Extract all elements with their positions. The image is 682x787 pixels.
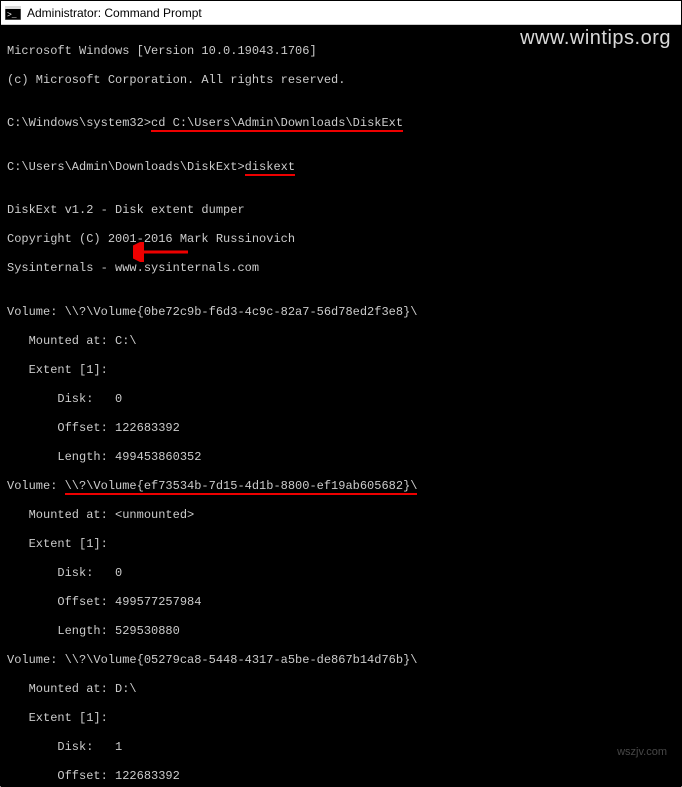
output-line: Length: 499453860352 bbox=[7, 450, 675, 465]
output-line: Mounted at: C:\ bbox=[7, 334, 675, 349]
command-diskext: diskext bbox=[245, 160, 295, 176]
output-line: Mounted at: D:\ bbox=[7, 682, 675, 697]
terminal-output[interactable]: Microsoft Windows [Version 10.0.19043.17… bbox=[1, 25, 681, 787]
volume-prefix: Volume: bbox=[7, 479, 65, 493]
command-cd: cd C:\Users\Admin\Downloads\DiskExt bbox=[151, 116, 403, 132]
volume-header: Volume: \\?\Volume{0be72c9b-f6d3-4c9c-82… bbox=[7, 305, 675, 320]
output-line: Length: 529530880 bbox=[7, 624, 675, 639]
output-line: Microsoft Windows [Version 10.0.19043.17… bbox=[7, 44, 675, 59]
cmd-icon: >_ bbox=[5, 6, 21, 20]
svg-text:>_: >_ bbox=[7, 11, 17, 20]
output-line: Offset: 122683392 bbox=[7, 769, 675, 784]
output-line: (c) Microsoft Corporation. All rights re… bbox=[7, 73, 675, 88]
output-line: Extent [1]: bbox=[7, 711, 675, 726]
output-line: Disk: 1 bbox=[7, 740, 675, 755]
prompt-line: C:\Windows\system32>cd C:\Users\Admin\Do… bbox=[7, 116, 675, 131]
output-line: Extent [1]: bbox=[7, 537, 675, 552]
prompt-line: C:\Users\Admin\Downloads\DiskExt>diskext bbox=[7, 160, 675, 175]
window-titlebar: >_ Administrator: Command Prompt bbox=[1, 1, 681, 25]
output-line: Copyright (C) 2001-2016 Mark Russinovich bbox=[7, 232, 675, 247]
output-line: Mounted at: <unmounted> bbox=[7, 508, 675, 523]
volume-header: Volume: \\?\Volume{05279ca8-5448-4317-a5… bbox=[7, 653, 675, 668]
output-line: Extent [1]: bbox=[7, 363, 675, 378]
output-line: Sysinternals - www.sysinternals.com bbox=[7, 261, 675, 276]
output-line: Offset: 122683392 bbox=[7, 421, 675, 436]
output-line: Offset: 499577257984 bbox=[7, 595, 675, 610]
volume-path-highlight: \\?\Volume{ef73534b-7d15-4d1b-8800-ef19a… bbox=[65, 479, 418, 495]
output-line: Disk: 0 bbox=[7, 392, 675, 407]
volume-header: Volume: \\?\Volume{ef73534b-7d15-4d1b-88… bbox=[7, 479, 675, 494]
output-line: DiskExt v1.2 - Disk extent dumper bbox=[7, 203, 675, 218]
prompt: C:\Users\Admin\Downloads\DiskExt> bbox=[7, 160, 245, 174]
output-line: Disk: 0 bbox=[7, 566, 675, 581]
window-title: Administrator: Command Prompt bbox=[27, 6, 202, 20]
prompt: C:\Windows\system32> bbox=[7, 116, 151, 130]
